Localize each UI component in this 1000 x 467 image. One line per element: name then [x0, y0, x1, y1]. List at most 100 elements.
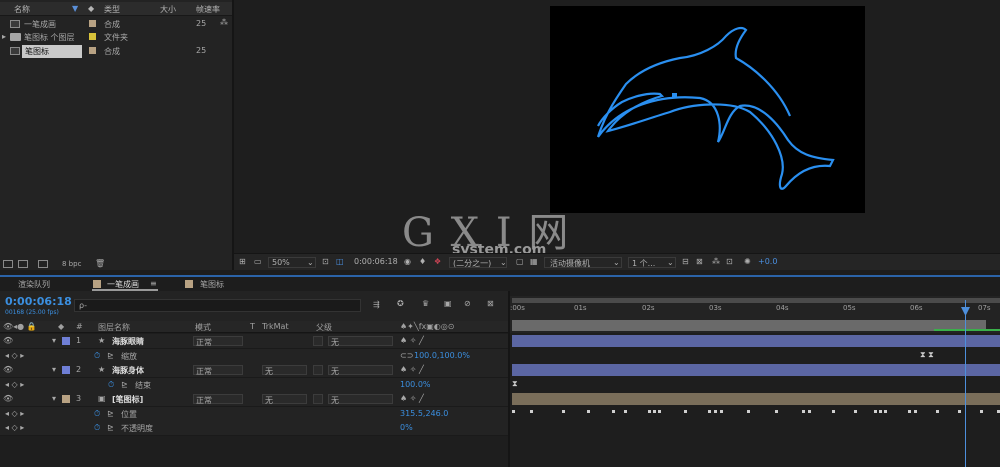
new-folder-icon[interactable] — [18, 260, 28, 268]
timeline-icon[interactable]: ⊠ — [696, 257, 703, 266]
graph-icon[interactable]: ⊵ — [107, 423, 114, 432]
resolution-dropdown[interactable]: (二分之一) ⌄ — [449, 257, 507, 268]
trash-icon[interactable]: 🗑 — [95, 259, 105, 268]
expand-arrow-icon[interactable]: ▸ — [2, 32, 6, 41]
menu-icon[interactable]: ≡ — [150, 279, 157, 288]
time-ruler[interactable]: :00s 01s 02s 03s 04s 05s 06s 07s — [510, 296, 1000, 333]
mask-icon[interactable]: ◫ — [336, 257, 344, 266]
col-fps[interactable]: 帧速率 — [196, 4, 220, 15]
show-snapshot-icon[interactable]: ♦ — [419, 257, 426, 266]
region-icon[interactable]: ▢ — [516, 257, 524, 266]
reset-exposure-icon[interactable]: ⊡ — [726, 257, 733, 266]
position-keyframes[interactable] — [512, 410, 1000, 416]
stopwatch-icon[interactable]: ⏱ — [108, 380, 114, 390]
graph-icon[interactable]: ⊵ — [121, 380, 128, 389]
layer-switches[interactable]: ♠ ✧ ╱ — [400, 394, 424, 403]
comp-flowchart-icon[interactable]: ⇶ — [373, 300, 380, 309]
stopwatch-icon[interactable]: ⏱ — [94, 409, 100, 419]
property-row[interactable]: ◂ ◇ ▸ ⏱ ⊵ 不透明度 0% — [0, 421, 510, 436]
col-layer-name[interactable]: 图层名称 — [98, 322, 130, 333]
pickwhip-icon[interactable] — [313, 365, 323, 375]
stopwatch-icon[interactable]: ⏱ — [94, 351, 100, 361]
draft-3d-icon[interactable]: ✪ — [397, 299, 404, 308]
trkmat-select[interactable]: 无 — [262, 394, 307, 405]
layer-row[interactable]: 👁 ▾ 2 ★ 海豚身体 正常 无 无 ♠ ✧ ╱ — [0, 363, 510, 378]
col-size[interactable]: 大小 — [160, 4, 176, 15]
keyframe-nav-icon[interactable]: ◂ ◇ ▸ — [5, 409, 24, 418]
layer-switches[interactable]: ♠ ✧ ╱ — [400, 336, 424, 345]
graph-editor-icon[interactable]: ⊠ — [487, 299, 494, 308]
link-icon[interactable]: ⊂⊃ — [400, 351, 413, 360]
tab-comp-icon[interactable]: 笔图标 — [200, 279, 224, 290]
parent-select[interactable]: 无 — [328, 394, 393, 405]
frame-blend-icon[interactable]: ▣ — [444, 299, 452, 308]
parent-select[interactable]: 无 — [328, 336, 393, 347]
property-row[interactable]: ◂ ◇ ▸ ⏱ ⊵ 缩放 ⊂⊃ 100.0,100.0% — [0, 349, 510, 364]
label-color[interactable] — [89, 47, 96, 54]
fast-preview-icon[interactable]: ⊟ — [682, 257, 689, 266]
shy-icon[interactable]: ♛ — [422, 299, 429, 308]
trkmat-select[interactable]: 无 — [262, 365, 307, 376]
layer-bar[interactable] — [512, 364, 1000, 376]
exposure-icon[interactable]: ✺ — [744, 257, 751, 266]
current-time[interactable]: 0:00:06:18 — [5, 295, 72, 308]
label-color[interactable] — [62, 395, 70, 403]
keyframe-nav-icon[interactable]: ◂ ◇ ▸ — [5, 423, 24, 432]
layer-row[interactable]: 👁 ▾ 1 ★ 海豚眼睛 正常 无 ♠ ✧ ╱ — [0, 334, 510, 349]
monitor-icon[interactable]: ▭ — [254, 257, 262, 266]
pickwhip-icon[interactable] — [313, 336, 323, 346]
project-item-selected[interactable]: 笔图标 合成 25 — [0, 44, 232, 58]
new-comp-icon[interactable] — [38, 260, 48, 268]
exposure-value[interactable]: +0.0 — [758, 257, 777, 266]
expand-arrow-icon[interactable]: ▾ — [52, 365, 56, 374]
project-item[interactable]: ▸ 笔图标 个图层 文件夹 — [0, 30, 232, 43]
layer-switches[interactable]: ♠ ✧ ╱ — [400, 365, 424, 374]
current-time-indicator[interactable] — [965, 300, 966, 467]
label-color[interactable] — [62, 337, 70, 345]
expand-arrow-icon[interactable]: ▾ — [52, 336, 56, 345]
layer-name[interactable]: [笔图标] — [112, 394, 143, 405]
preview-icon[interactable]: ⊞ — [239, 257, 246, 266]
mode-select[interactable]: 正常 — [193, 365, 243, 376]
comp-range-bar[interactable] — [512, 320, 986, 331]
tab-render-queue[interactable]: 渲染队列 — [18, 279, 50, 290]
expand-arrow-icon[interactable]: ▾ — [52, 394, 56, 403]
snapshot-icon[interactable]: ◉ — [404, 257, 411, 266]
label-color[interactable] — [62, 366, 70, 374]
keyframe-icon[interactable]: ⧗ ⧗ — [920, 350, 934, 360]
pickwhip-icon[interactable] — [313, 394, 323, 404]
parent-select[interactable]: 无 — [328, 365, 393, 376]
project-item[interactable]: 一笔成画 合成 25 ⁂ — [0, 17, 232, 30]
transparency-icon[interactable]: ▦ — [530, 257, 538, 266]
timecode-display[interactable]: 0:00:06:18 — [354, 257, 398, 266]
keyframe-icon[interactable]: ⧗ — [512, 379, 518, 389]
flowchart-icon[interactable]: ⁂ — [220, 18, 228, 27]
channel-icon[interactable]: ❖ — [434, 257, 441, 266]
graph-icon[interactable]: ⊵ — [107, 351, 114, 360]
sort-arrow-icon[interactable]: ▼ — [72, 4, 78, 13]
layer-row[interactable]: 👁 ▾ 3 ▣ [笔图标] 正常 无 无 ♠ ✧ ╱ — [0, 392, 510, 407]
property-row[interactable]: ◂ ◇ ▸ ⏱ ⊵ 结束 100.0% — [0, 378, 510, 393]
bpc-label[interactable]: 8 bpc — [62, 260, 81, 268]
zoom-dropdown[interactable]: 50% ⌄ — [268, 257, 316, 268]
layer-name[interactable]: 海豚眼睛 — [112, 336, 144, 347]
label-color[interactable] — [89, 20, 96, 27]
eye-icon[interactable]: 👁 — [3, 365, 13, 374]
keyframe-nav-icon[interactable]: ◂ ◇ ▸ — [5, 351, 24, 360]
mode-select[interactable]: 正常 — [193, 394, 243, 405]
property-value[interactable]: 100.0,100.0% — [414, 351, 470, 360]
property-value[interactable]: 0% — [400, 423, 413, 432]
graph-icon[interactable]: ⊵ — [107, 409, 114, 418]
col-type[interactable]: 类型 — [104, 4, 120, 15]
keyframe-nav-icon[interactable]: ◂ ◇ ▸ — [5, 380, 24, 389]
composition-canvas[interactable] — [550, 6, 865, 213]
mode-select[interactable]: 正常 — [193, 336, 243, 347]
work-area-bar[interactable] — [512, 298, 1000, 303]
eye-icon[interactable]: 👁 — [3, 336, 13, 345]
layer-name[interactable]: 海豚身体 — [112, 365, 144, 376]
property-value[interactable]: 100.0% — [400, 380, 431, 389]
interpret-footage-icon[interactable] — [3, 260, 13, 268]
stopwatch-icon[interactable]: ⏱ — [94, 423, 100, 433]
views-dropdown[interactable]: 1 个... ⌄ — [628, 257, 676, 268]
label-color[interactable] — [89, 33, 96, 40]
